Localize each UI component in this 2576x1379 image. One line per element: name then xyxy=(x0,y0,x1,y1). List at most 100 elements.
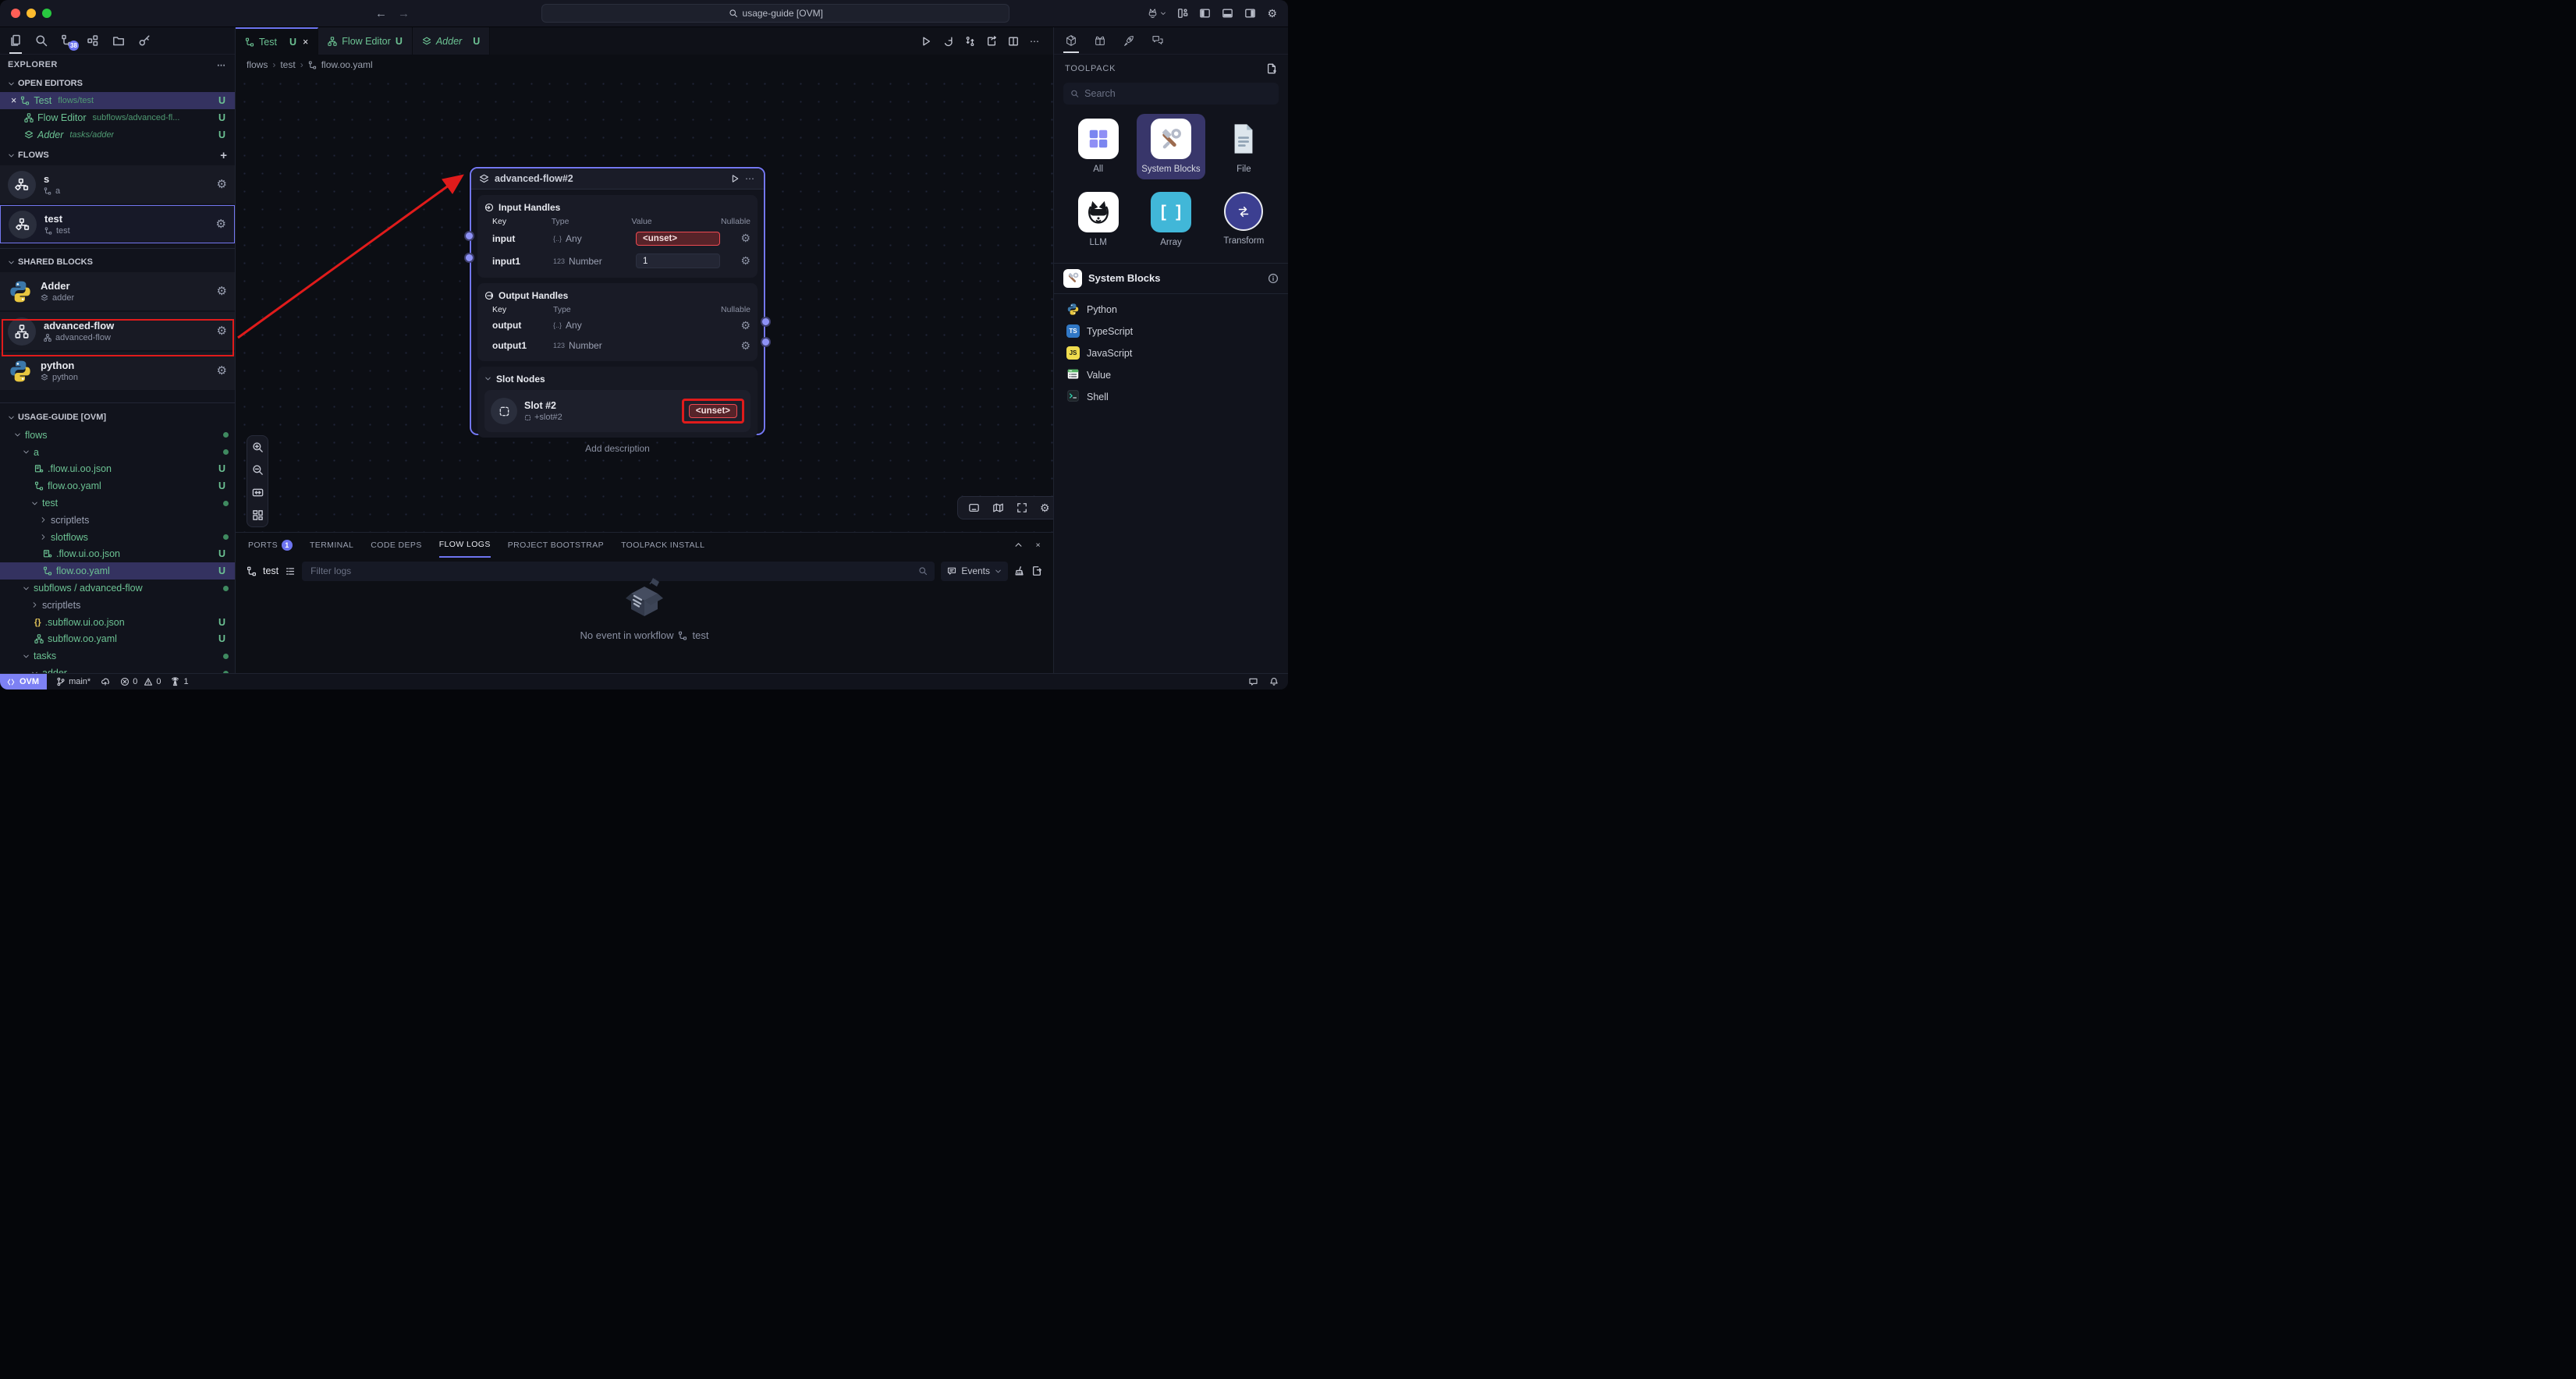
shared-blocks-header[interactable]: SHARED BLOCKS xyxy=(0,253,235,271)
gear-icon[interactable]: ⚙ xyxy=(217,325,227,337)
tab-flow-logs[interactable]: FLOW LOGS xyxy=(439,533,491,558)
tree-item-a[interactable]: a xyxy=(0,444,235,461)
minimize-window-button[interactable] xyxy=(27,9,36,18)
tab-ports[interactable]: PORTS1 xyxy=(248,533,293,558)
tool-system-blocks[interactable]: System Blocks xyxy=(1137,114,1205,179)
open-editor-adder[interactable]: Adder tasks/adder U xyxy=(0,126,235,144)
publish-icon[interactable] xyxy=(100,677,111,686)
gear-icon[interactable]: ⚙ xyxy=(217,285,227,297)
flows-view-icon[interactable]: 38 xyxy=(61,34,73,47)
flow-card-s[interactable]: s a ⚙ xyxy=(0,165,235,204)
toggle-secondary-sidebar-icon[interactable] xyxy=(1244,8,1256,19)
add-description-button[interactable]: Add description xyxy=(470,443,765,454)
more-actions-icon[interactable]: ⋯ xyxy=(217,60,227,70)
node-advanced-flow-2[interactable]: advanced-flow#2 ⋯ Input Handles Key Type… xyxy=(470,167,765,435)
flow-card-test[interactable]: test test ⚙ xyxy=(0,205,235,243)
tool-file[interactable]: File xyxy=(1209,114,1278,179)
node-more-icon[interactable]: ⋯ xyxy=(745,173,756,184)
toggle-sidebar-icon[interactable] xyxy=(1199,8,1211,19)
settings-gear-icon[interactable]: ⚙ xyxy=(1267,7,1277,20)
tab-flow-editor[interactable]: Flow Editor U xyxy=(318,27,413,55)
git-branch-item[interactable]: main* xyxy=(56,677,90,686)
feedback-icon[interactable] xyxy=(1248,677,1258,686)
open-editor-test[interactable]: × Test flows/test U xyxy=(0,92,235,109)
input-port[interactable] xyxy=(464,231,474,241)
breadcrumb-flows[interactable]: flows xyxy=(247,59,268,70)
flows-header[interactable]: FLOWS + xyxy=(0,147,235,164)
tool-all[interactable]: All xyxy=(1064,114,1133,179)
folder-icon[interactable] xyxy=(112,34,125,47)
tree-item-test[interactable]: test xyxy=(0,495,235,512)
tool-array[interactable]: [ ] Array xyxy=(1137,187,1205,253)
shared-block-adder[interactable]: Adder adder ⚙ xyxy=(0,272,235,310)
output-port[interactable] xyxy=(761,317,771,327)
slot-nodes-header[interactable]: Slot Nodes xyxy=(484,370,750,387)
open-editor-flow-editor[interactable]: Flow Editor subflows/advanced-fl... U xyxy=(0,109,235,126)
customize-layout-icon[interactable] xyxy=(1177,8,1188,19)
gift-tab-icon[interactable] xyxy=(1094,34,1106,47)
rocket-tab-icon[interactable] xyxy=(1123,34,1135,47)
close-icon[interactable]: × xyxy=(11,95,16,106)
slot-card[interactable]: Slot #2 +slot#2 <unset> xyxy=(484,390,750,432)
breadcrumb-test[interactable]: test xyxy=(280,59,295,70)
compare-icon[interactable] xyxy=(965,36,975,47)
tree-item-flows[interactable]: flows xyxy=(0,427,235,444)
problems-item[interactable]: 0 0 xyxy=(120,677,161,686)
block-shell[interactable]: Shell xyxy=(1054,386,1288,408)
zoom-out-icon[interactable] xyxy=(252,464,264,476)
fit-view-icon[interactable] xyxy=(252,487,264,498)
gear-icon[interactable]: ⚙ xyxy=(217,365,227,377)
flow-canvas[interactable]: advanced-flow#2 ⋯ Input Handles Key Type… xyxy=(236,75,1053,532)
block-python[interactable]: Python xyxy=(1054,299,1288,321)
open-preview-icon[interactable] xyxy=(986,36,997,47)
remote-indicator[interactable]: OVM xyxy=(0,674,47,690)
split-editor-icon[interactable] xyxy=(1008,36,1019,47)
close-panel-icon[interactable]: × xyxy=(1035,541,1041,550)
tree-item-slotflows[interactable]: slotflows xyxy=(0,529,235,546)
toolpack-search[interactable] xyxy=(1063,83,1279,105)
chat-tab-icon[interactable] xyxy=(1151,34,1164,47)
maximize-window-button[interactable] xyxy=(42,9,51,18)
run-icon[interactable] xyxy=(921,36,931,47)
value-field[interactable]: 1 xyxy=(636,253,720,268)
tree-item-flow-ui-json[interactable]: .flow.ui.oo.jsonU xyxy=(0,461,235,478)
add-flow-icon[interactable]: + xyxy=(220,149,227,162)
tab-terminal[interactable]: TERMINAL xyxy=(310,533,353,558)
project-header[interactable]: USAGE-GUIDE [OVM] xyxy=(0,408,235,427)
tool-transform[interactable]: Transform xyxy=(1209,187,1278,253)
shared-block-advanced-flow[interactable]: advanced-flow advanced-flow ⚙ xyxy=(0,312,235,350)
tab-adder[interactable]: Adder U xyxy=(413,27,490,55)
tab-code-deps[interactable]: CODE DEPS xyxy=(371,533,421,558)
shared-block-python[interactable]: python python ⚙ xyxy=(0,352,235,390)
assistant-icon[interactable] xyxy=(1147,8,1166,19)
breadcrumb-file[interactable]: flow.oo.yaml xyxy=(321,59,373,70)
close-window-button[interactable] xyxy=(11,9,20,18)
search-icon[interactable] xyxy=(35,34,48,47)
output-port[interactable] xyxy=(761,337,771,347)
more-actions-icon[interactable]: ⋯ xyxy=(1030,36,1041,47)
forward-icon[interactable]: → xyxy=(398,7,410,20)
fullscreen-icon[interactable] xyxy=(1017,502,1027,513)
bell-icon[interactable] xyxy=(1269,677,1279,686)
gear-icon[interactable]: ⚙ xyxy=(216,218,226,230)
tree-item-scriptlets-2[interactable]: scriptlets xyxy=(0,597,235,614)
tree-item-scriptlets[interactable]: scriptlets xyxy=(0,512,235,529)
tree-item-test-flow-yaml[interactable]: flow.oo.yamlU xyxy=(0,562,235,580)
tab-toolpack-install[interactable]: TOOLPACK INSTALL xyxy=(621,533,704,558)
toggle-panel-icon[interactable] xyxy=(968,502,980,513)
tab-test[interactable]: Test U × xyxy=(236,27,318,55)
new-toolpack-icon[interactable] xyxy=(1266,63,1277,74)
zoom-in-icon[interactable] xyxy=(252,441,264,453)
block-value[interactable]: Value xyxy=(1054,364,1288,386)
gear-icon[interactable]: ⚙ xyxy=(740,319,750,332)
canvas-settings-gear-icon[interactable]: ⚙ xyxy=(1040,502,1050,515)
toolpack-search-input[interactable] xyxy=(1084,88,1272,99)
tree-item-subflow-ui-json[interactable]: {} .subflow.ui.oo.jsonU xyxy=(0,614,235,631)
ports-item[interactable]: 1 xyxy=(170,677,188,686)
input-port[interactable] xyxy=(464,253,474,263)
tree-item-test-flow-ui-json[interactable]: .flow.ui.oo.jsonU xyxy=(0,546,235,563)
blocks-view-icon[interactable] xyxy=(87,34,99,47)
back-icon[interactable]: ← xyxy=(375,7,387,20)
toggle-panel-icon[interactable] xyxy=(1222,8,1233,19)
package-tab-icon[interactable] xyxy=(1065,34,1077,47)
